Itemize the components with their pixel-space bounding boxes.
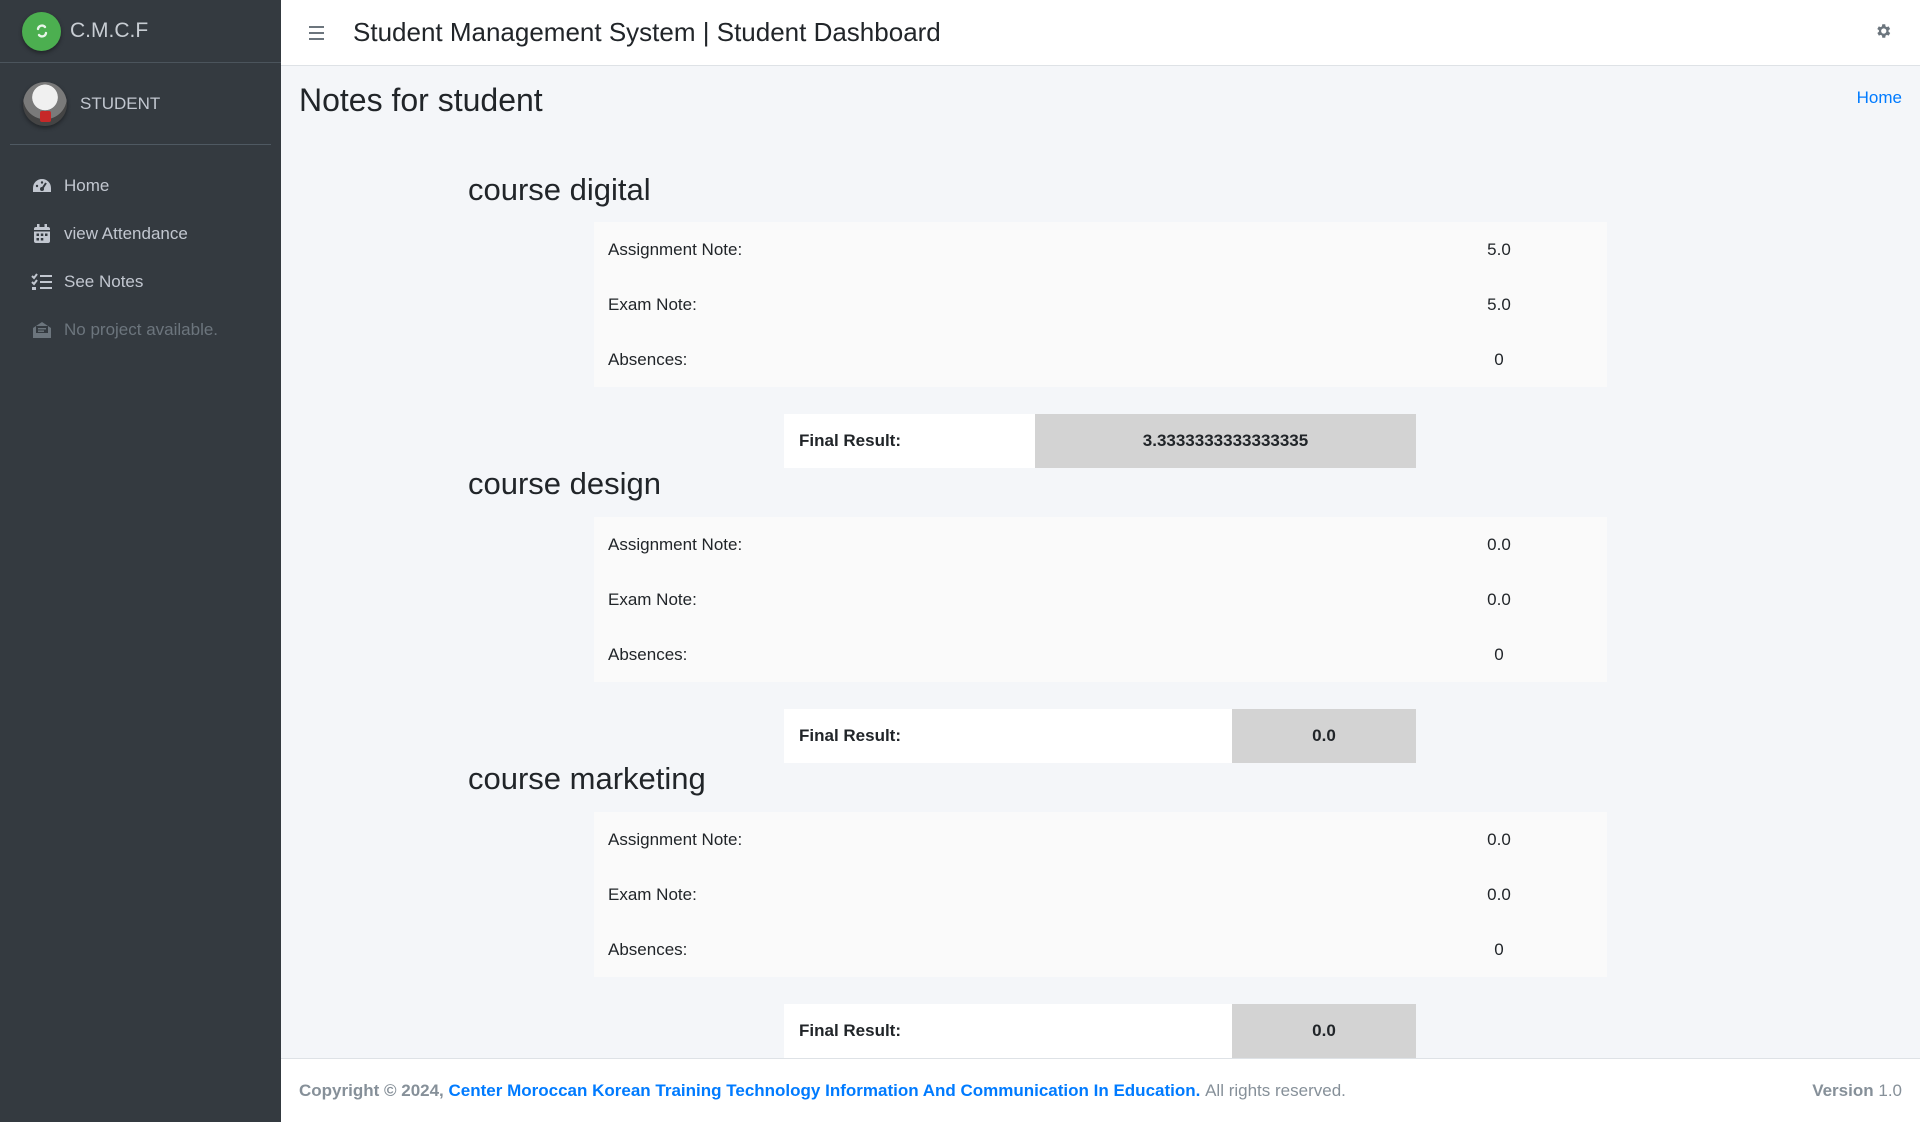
final-result-label: Final Result: [799, 431, 902, 450]
envelope-open-icon [30, 318, 54, 342]
navbar-title: Student Management System | Student Dash… [353, 17, 941, 47]
gear-icon[interactable] [1874, 22, 1894, 42]
footer: Copyright © 2024, Center Moroccan Korean… [281, 1058, 1920, 1122]
absences-label: Absences: [608, 939, 688, 959]
footer-org-link[interactable]: Center Moroccan Korean Training Technolo… [449, 1081, 1201, 1101]
absences-row: Absences: 0 [594, 627, 1607, 682]
sidebar-item-attendance[interactable]: view Attendance [10, 210, 271, 258]
sidebar: C.M.C.F STUDENT Home view Attendance See… [0, 0, 281, 1122]
final-result-box: Final Result: 0.0 [784, 1004, 1416, 1058]
absences-value: 0 [1494, 644, 1504, 664]
exam-row: Exam Note: 0.0 [594, 572, 1607, 627]
sidebar-item-label: view Attendance [64, 224, 188, 243]
footer-copyright: Copyright © 2024, [299, 1080, 444, 1100]
final-result-box: Final Result: 0.0 [784, 709, 1416, 763]
content-header: Notes for student Home [281, 66, 1920, 138]
final-result-value: 0.0 [1232, 709, 1416, 763]
absences-label: Absences: [608, 349, 688, 369]
assignment-row: Assignment Note: 0.0 [594, 812, 1607, 867]
assignment-row: Assignment Note: 0.0 [594, 517, 1607, 572]
final-result-box: Final Result: 3.3333333333333335 [784, 414, 1416, 468]
version-label: Version [1812, 1080, 1874, 1100]
absences-label: Absences: [608, 644, 688, 664]
footer-version: Version 1.0 [1812, 1081, 1902, 1101]
footer-rights: All rights reserved. [1205, 1080, 1346, 1100]
assignment-label: Assignment Note: [608, 829, 743, 849]
final-result-value: 0.0 [1232, 1004, 1416, 1058]
page-title: Notes for student [299, 82, 543, 118]
brand-name: C.M.C.F [70, 19, 149, 42]
version-number: 1.0 [1878, 1080, 1902, 1100]
dashboard-icon [30, 174, 54, 198]
sidebar-item-label: Home [64, 176, 110, 195]
assignment-label: Assignment Note: [608, 534, 743, 554]
final-result-label: Final Result: [799, 726, 902, 745]
sidebar-nav: Home view Attendance See Notes No projec… [0, 162, 281, 354]
final-result-value: 3.3333333333333335 [1035, 414, 1416, 468]
assignment-label: Assignment Note: [608, 239, 743, 259]
calendar-icon [30, 222, 54, 246]
sidebar-item-label: No project available. [64, 320, 219, 339]
sidebar-item-notes[interactable]: See Notes [10, 258, 271, 306]
notes-table: Assignment Note: 0.0 Exam Note: 0.0 Abse… [594, 812, 1607, 977]
absences-value: 0 [1494, 349, 1504, 369]
top-navbar: Student Management System | Student Dash… [281, 0, 1920, 66]
assignment-value: 0.0 [1487, 829, 1511, 849]
sidebar-item-home[interactable]: Home [10, 162, 271, 210]
assignment-value: 5.0 [1487, 239, 1511, 259]
exam-label: Exam Note: [608, 589, 697, 609]
exam-label: Exam Note: [608, 294, 697, 314]
user-panel[interactable]: STUDENT [10, 63, 271, 145]
user-name: STUDENT [80, 93, 161, 113]
absences-row: Absences: 0 [594, 922, 1607, 977]
course-title: course marketing [468, 761, 706, 796]
sidebar-item-no-project: No project available. [10, 306, 271, 354]
notes-table: Assignment Note: 0.0 Exam Note: 0.0 Abse… [594, 517, 1607, 682]
hamburger-menu-icon[interactable] [307, 23, 327, 43]
exam-value: 0.0 [1487, 589, 1511, 609]
final-result-label: Final Result: [799, 1021, 902, 1040]
tasks-icon [30, 270, 54, 294]
course-title: course design [468, 466, 662, 501]
notes-table: Assignment Note: 5.0 Exam Note: 5.0 Abse… [594, 222, 1607, 387]
breadcrumb-home-link[interactable]: Home [1857, 88, 1902, 108]
brand-link[interactable]: C.M.C.F [0, 0, 281, 63]
avatar [23, 81, 67, 126]
absences-row: Absences: 0 [594, 332, 1607, 387]
exam-value: 5.0 [1487, 294, 1511, 314]
exam-label: Exam Note: [608, 884, 697, 904]
exam-row: Exam Note: 0.0 [594, 867, 1607, 922]
avatar-badge-icon [40, 110, 51, 122]
brand-logo-icon [22, 11, 61, 51]
assignment-value: 0.0 [1487, 534, 1511, 554]
assignment-row: Assignment Note: 5.0 [594, 222, 1607, 277]
exam-value: 0.0 [1487, 884, 1511, 904]
course-title: course digital [468, 172, 651, 207]
exam-row: Exam Note: 5.0 [594, 277, 1607, 332]
absences-value: 0 [1494, 939, 1504, 959]
sidebar-item-label: See Notes [64, 272, 144, 291]
